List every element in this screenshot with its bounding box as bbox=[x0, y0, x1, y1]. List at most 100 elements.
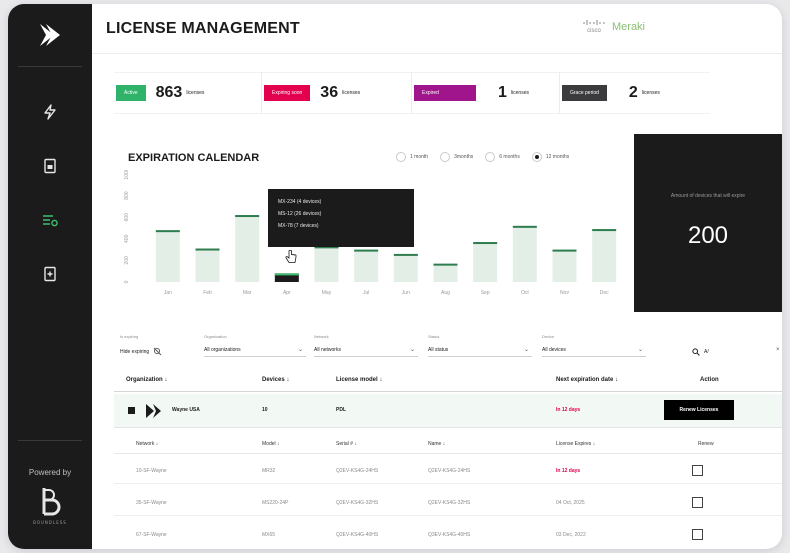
table-row[interactable]: Wayne USA 10 PDL In 12 days Renew Licens… bbox=[114, 394, 782, 428]
stat-value: 2 bbox=[628, 84, 638, 101]
search-input[interactable]: A/ bbox=[704, 349, 709, 355]
radio-1-month[interactable]: 1 month bbox=[396, 152, 428, 162]
col-serial[interactable]: Serial # ↓ bbox=[336, 441, 357, 447]
chart-bar bbox=[155, 230, 180, 282]
filter-is-expiring[interactable]: Is expiring Hide expiring bbox=[120, 334, 190, 356]
col-license-model[interactable]: License model ↓ bbox=[336, 377, 382, 383]
status-badge: Grace period bbox=[562, 85, 607, 101]
chevron-down-icon[interactable]: ⌄ bbox=[524, 346, 529, 353]
stat-grace-period[interactable]: Grace period 2 licenses bbox=[560, 72, 710, 114]
status-badge: Expiring soon bbox=[264, 85, 311, 101]
filter-underline bbox=[428, 356, 532, 357]
filter-caption: Status bbox=[428, 334, 440, 339]
org-devices: 10 bbox=[262, 407, 268, 413]
x-tick-label: Mar bbox=[243, 290, 252, 296]
col-devices[interactable]: Devices ↓ bbox=[262, 377, 289, 383]
license-list-icon[interactable] bbox=[38, 208, 62, 232]
chevron-down-icon[interactable]: ⌄ bbox=[410, 346, 415, 353]
device-serial: Q2EV-KS4G-32HS bbox=[336, 500, 379, 506]
device-name: Q3EV-KS4G-40HS bbox=[428, 532, 471, 538]
device-row[interactable]: 67-SF-Wayne MX65 Q2EV-KS4G-40HS Q3EV-KS4… bbox=[114, 522, 782, 548]
stat-unit: licenses bbox=[186, 90, 205, 96]
sort-icon[interactable]: ↓ bbox=[286, 377, 289, 383]
radio-circle-icon[interactable] bbox=[440, 152, 451, 162]
collapse-square-icon[interactable] bbox=[128, 407, 135, 414]
radio-label: 3months bbox=[454, 154, 474, 160]
filter-organization[interactable]: Organization All organizations ⌄ bbox=[204, 334, 306, 357]
col-label: Next expiration date bbox=[556, 377, 614, 383]
filter-bar: Is expiring Hide expiring Organization A… bbox=[114, 334, 782, 364]
col-model[interactable]: Model ↓ bbox=[262, 441, 280, 447]
hide-toggle-icon[interactable] bbox=[153, 347, 162, 356]
radio-selected-icon[interactable] bbox=[531, 152, 542, 162]
col-label: Model bbox=[262, 441, 276, 447]
chart-bar-top bbox=[354, 249, 379, 252]
meraki-wordmark: Meraki bbox=[612, 21, 646, 33]
radio-12-months[interactable]: 12 months bbox=[531, 152, 569, 162]
boundless-wordmark: BOUNDLESS bbox=[33, 520, 67, 525]
col-network[interactable]: Network ↓ bbox=[136, 441, 158, 447]
col-label: Serial # bbox=[336, 441, 353, 447]
sidebar-divider bbox=[18, 440, 82, 441]
sort-icon[interactable]: ↓ bbox=[277, 441, 280, 447]
chart-bar bbox=[433, 263, 458, 282]
y-tick-label: 0 bbox=[124, 280, 130, 283]
status-badge: Active bbox=[116, 85, 146, 101]
device-expires: In 12 days bbox=[556, 468, 581, 474]
x-tick-label: Feb bbox=[203, 290, 212, 296]
org-expiration: In 12 days bbox=[556, 407, 581, 413]
filter-underline bbox=[542, 356, 646, 357]
sort-icon[interactable]: ↓ bbox=[164, 377, 167, 383]
col-renew: Renew bbox=[698, 441, 714, 447]
search-field[interactable]: A/ × bbox=[692, 334, 782, 356]
search-icon bbox=[692, 348, 700, 356]
tooltip-line: MX-234 (4 devices) bbox=[278, 199, 322, 205]
renew-licenses-button[interactable]: Renew Licenses bbox=[664, 400, 734, 420]
stat-expired[interactable]: Expired 1 licenses bbox=[412, 72, 560, 114]
table-header: Organization ↓ Devices ↓ License model ↓… bbox=[114, 370, 782, 392]
col-organization[interactable]: Organization ↓ bbox=[126, 377, 167, 383]
radio-3-months[interactable]: 3months bbox=[440, 152, 473, 162]
lightning-icon[interactable] bbox=[38, 100, 62, 124]
x-tick-label: Aug bbox=[441, 290, 450, 296]
license-stats: Active 863 licenses Expiring soon 36 lic… bbox=[114, 72, 714, 114]
chart-bar-top bbox=[155, 230, 180, 233]
sort-icon[interactable]: ↓ bbox=[593, 441, 596, 447]
filter-device[interactable]: Device All devices ⌄ bbox=[542, 334, 646, 357]
radio-6-months[interactable]: 6 months bbox=[485, 152, 520, 162]
sort-icon[interactable]: ↓ bbox=[615, 377, 618, 383]
sort-icon[interactable]: ↓ bbox=[156, 441, 159, 447]
chart-bar bbox=[195, 248, 220, 282]
sort-icon[interactable]: ↓ bbox=[379, 377, 382, 383]
device-row[interactable]: 10-SF-Wayne MR32 Q2EV-KS4G-24HS Q2EV-KS4… bbox=[114, 458, 782, 484]
device-table-header: Network ↓ Model ↓ Serial # ↓ Name ↓ Lice… bbox=[114, 432, 782, 454]
chart-bar bbox=[393, 253, 418, 282]
chart-bar-top bbox=[274, 273, 299, 276]
sort-icon[interactable]: ↓ bbox=[354, 441, 357, 447]
filter-network[interactable]: Network All networks ⌄ bbox=[314, 334, 418, 357]
renew-checkbox[interactable] bbox=[692, 465, 703, 476]
add-document-icon[interactable] bbox=[38, 262, 62, 286]
clear-icon[interactable]: × bbox=[776, 347, 780, 353]
renew-checkbox[interactable] bbox=[692, 529, 703, 540]
col-name[interactable]: Name ↓ bbox=[428, 441, 445, 447]
chevron-down-icon[interactable]: ⌄ bbox=[638, 346, 643, 353]
radio-circle-icon[interactable] bbox=[396, 152, 406, 162]
radio-circle-icon[interactable] bbox=[485, 152, 496, 162]
document-icon[interactable] bbox=[38, 154, 62, 178]
y-tick-label: 800 bbox=[124, 191, 130, 200]
col-next-expiration[interactable]: Next expiration date ↓ bbox=[556, 377, 618, 383]
col-license-expires[interactable]: License Expires ↓ bbox=[556, 441, 595, 447]
stat-unit: licenses bbox=[510, 90, 529, 96]
stat-expiring-soon[interactable]: Expiring soon 36 licenses bbox=[262, 72, 412, 114]
renew-checkbox[interactable] bbox=[692, 497, 703, 508]
filter-status[interactable]: Status All status ⌄ bbox=[428, 334, 532, 357]
app-logo[interactable] bbox=[32, 20, 68, 50]
filter-value: All status bbox=[428, 347, 449, 353]
stat-active[interactable]: Active 863 licenses bbox=[114, 72, 262, 114]
chevron-down-icon[interactable]: ⌄ bbox=[298, 346, 303, 353]
sort-icon[interactable]: ↓ bbox=[443, 441, 446, 447]
device-row[interactable]: 35-SF-Wayne MS220-24P Q2EV-KS4G-32HS Q2E… bbox=[114, 490, 782, 516]
tooltip-line: MX-78 (7 devices) bbox=[278, 223, 319, 229]
x-tick-label: Jan bbox=[164, 290, 172, 296]
